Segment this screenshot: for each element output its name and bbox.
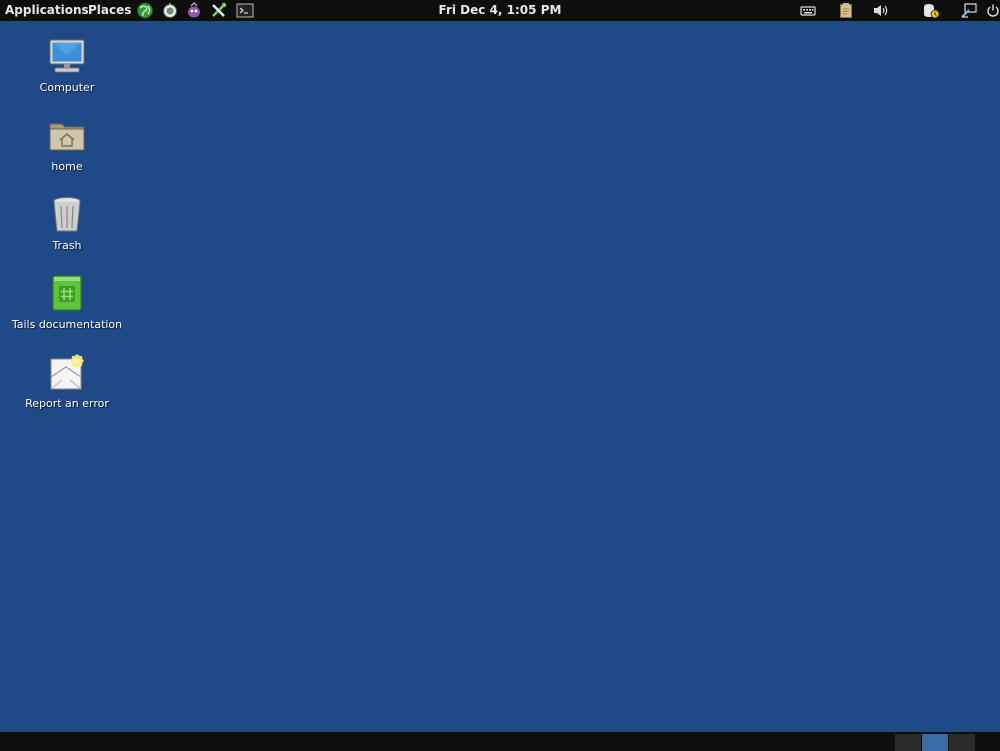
keyboard-icon[interactable] xyxy=(799,2,817,19)
trash-icon xyxy=(47,195,87,235)
workspace-1[interactable] xyxy=(895,734,921,751)
workspace-3[interactable] xyxy=(949,734,975,751)
onion-circuit-icon[interactable] xyxy=(161,2,179,19)
desktop-icon-label: Report an error xyxy=(25,397,109,410)
desktop-icon-label: Computer xyxy=(39,81,95,94)
desktop-icon-computer[interactable]: Computer xyxy=(7,37,127,109)
tor-status-icon[interactable] xyxy=(921,2,941,19)
desktop[interactable]: Computer home Trash Tails documentation … xyxy=(0,21,1000,732)
desktop-icon-home[interactable]: home xyxy=(7,116,127,188)
terminal-icon[interactable] xyxy=(236,2,254,19)
desktop-icon-label: Tails documentation xyxy=(11,318,123,331)
volume-icon[interactable] xyxy=(872,2,892,19)
places-menu[interactable]: Places xyxy=(88,0,131,21)
clock[interactable]: Fri Dec 4, 1:05 PM xyxy=(420,0,580,21)
power-icon[interactable] xyxy=(986,2,1000,19)
computer-icon xyxy=(47,37,87,77)
top-panel: Applications Places Fri Dec 4, 1:05 PM xyxy=(0,0,1000,21)
pidgin-messenger-icon[interactable] xyxy=(185,2,203,19)
accessibility-icon[interactable] xyxy=(960,2,978,19)
desktop-icon-trash[interactable]: Trash xyxy=(7,195,127,267)
globe-browser-icon[interactable] xyxy=(136,2,154,19)
desktop-icon-report-an-error[interactable]: Report an error xyxy=(7,353,127,425)
report-error-icon xyxy=(47,353,87,393)
desktop-icon-label: Trash xyxy=(52,239,82,252)
home-folder-icon xyxy=(47,116,87,156)
documentation-icon xyxy=(47,274,87,314)
desktop-icon-label: home xyxy=(51,160,83,173)
keepassx-tools-icon[interactable] xyxy=(210,2,228,19)
workspace-2[interactable] xyxy=(922,734,948,751)
applications-menu[interactable]: Applications xyxy=(5,0,89,21)
bottom-panel xyxy=(0,732,1000,751)
desktop-icon-tails-documentation[interactable]: Tails documentation xyxy=(7,274,127,346)
clipboard-icon[interactable] xyxy=(838,2,854,19)
